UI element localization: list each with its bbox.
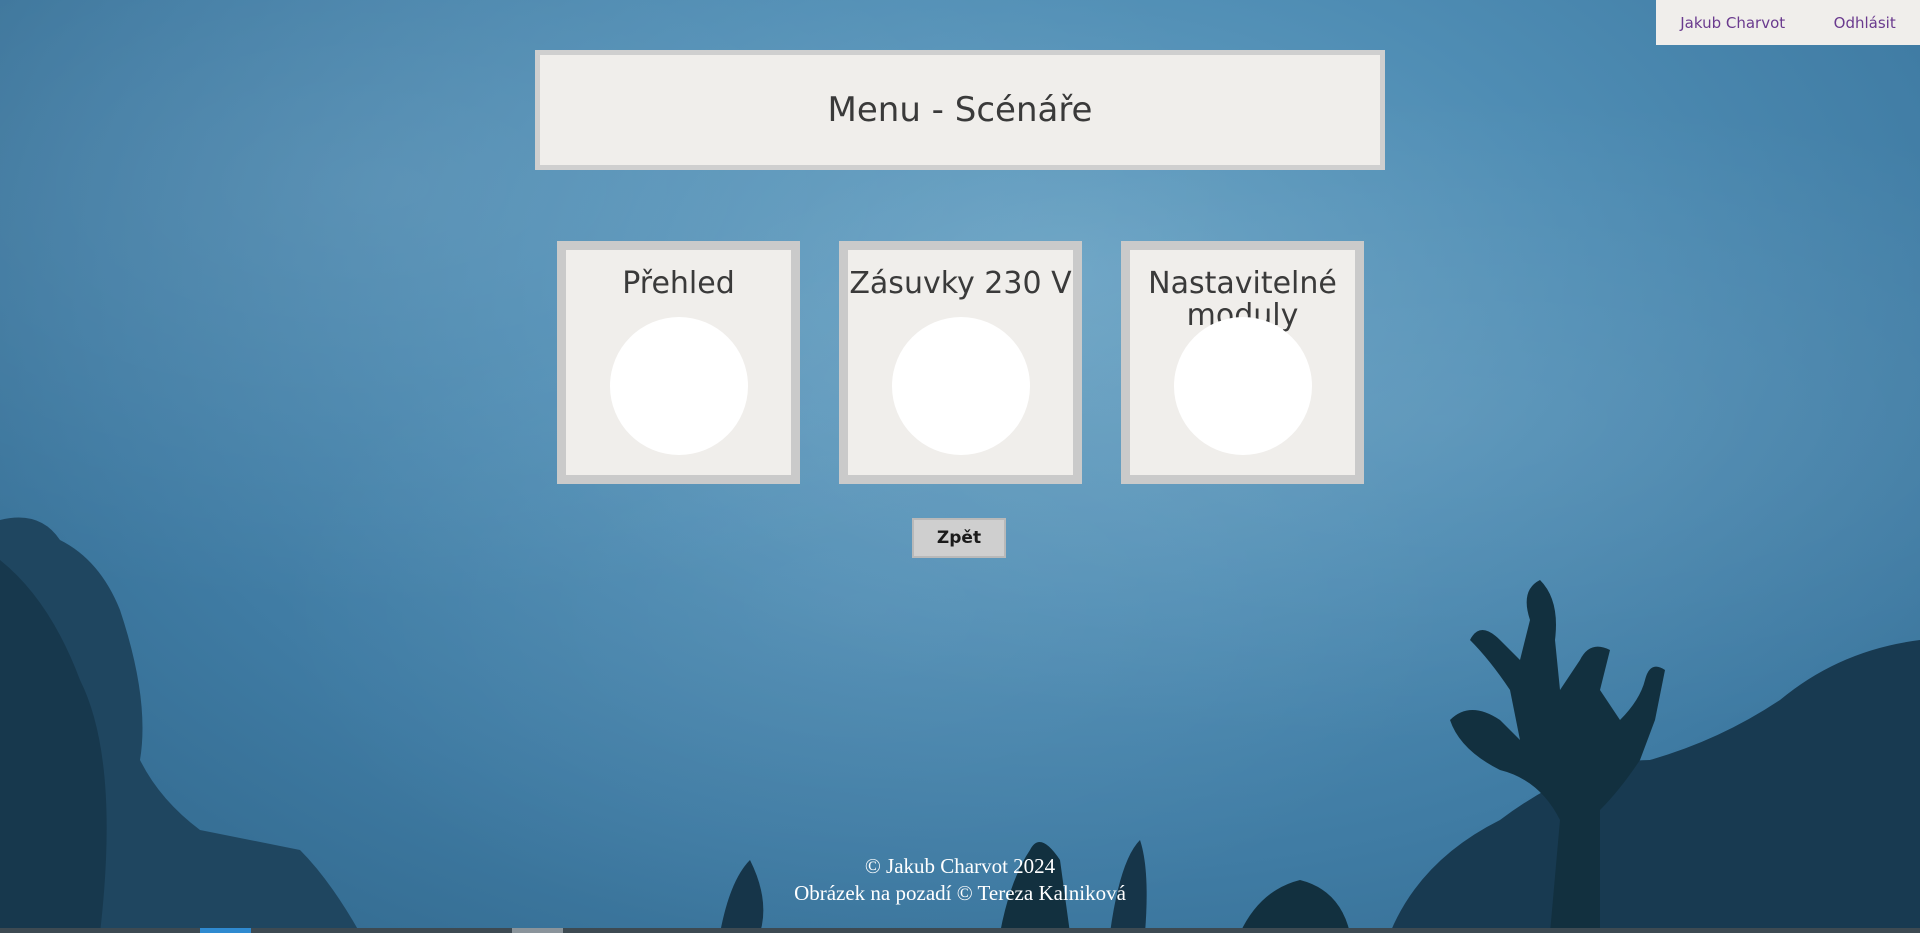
- taskbar-item[interactable]: [512, 928, 563, 933]
- tile-circle-icon: [609, 317, 748, 455]
- user-name-link[interactable]: Jakub Charvot: [1680, 14, 1785, 32]
- taskbar-active-item[interactable]: [200, 928, 251, 933]
- tile-label: Přehled: [622, 266, 735, 301]
- tile-prehled[interactable]: Přehled: [557, 241, 800, 484]
- tile-inner: Zásuvky 230 V: [848, 250, 1073, 475]
- footer-background-credit: Obrázek na pozadí © Tereza Kalniková: [794, 881, 1126, 905]
- tile-circle-icon: [891, 317, 1030, 455]
- footer-copyright: © Jakub Charvot 2024: [864, 854, 1056, 878]
- tile-inner: Nastavitelné moduly: [1130, 250, 1355, 475]
- footer: © Jakub Charvot 2024 Obrázek na pozadí ©…: [0, 853, 1920, 907]
- tile-zasuvky[interactable]: Zásuvky 230 V: [839, 241, 1082, 484]
- user-bar: Jakub Charvot Odhlásit: [1656, 0, 1920, 45]
- tile-circle-icon: [1173, 317, 1312, 455]
- logout-link[interactable]: Odhlásit: [1834, 14, 1896, 32]
- back-button[interactable]: Zpět: [912, 518, 1006, 558]
- tile-label: Zásuvky 230 V: [849, 266, 1072, 301]
- taskbar: [0, 928, 1920, 933]
- tile-nastavitelne-moduly[interactable]: Nastavitelné moduly: [1121, 241, 1364, 484]
- page-title: Menu - Scénáře: [827, 90, 1093, 130]
- page-title-box: Menu - Scénáře: [535, 50, 1385, 170]
- tile-inner: Přehled: [566, 250, 791, 475]
